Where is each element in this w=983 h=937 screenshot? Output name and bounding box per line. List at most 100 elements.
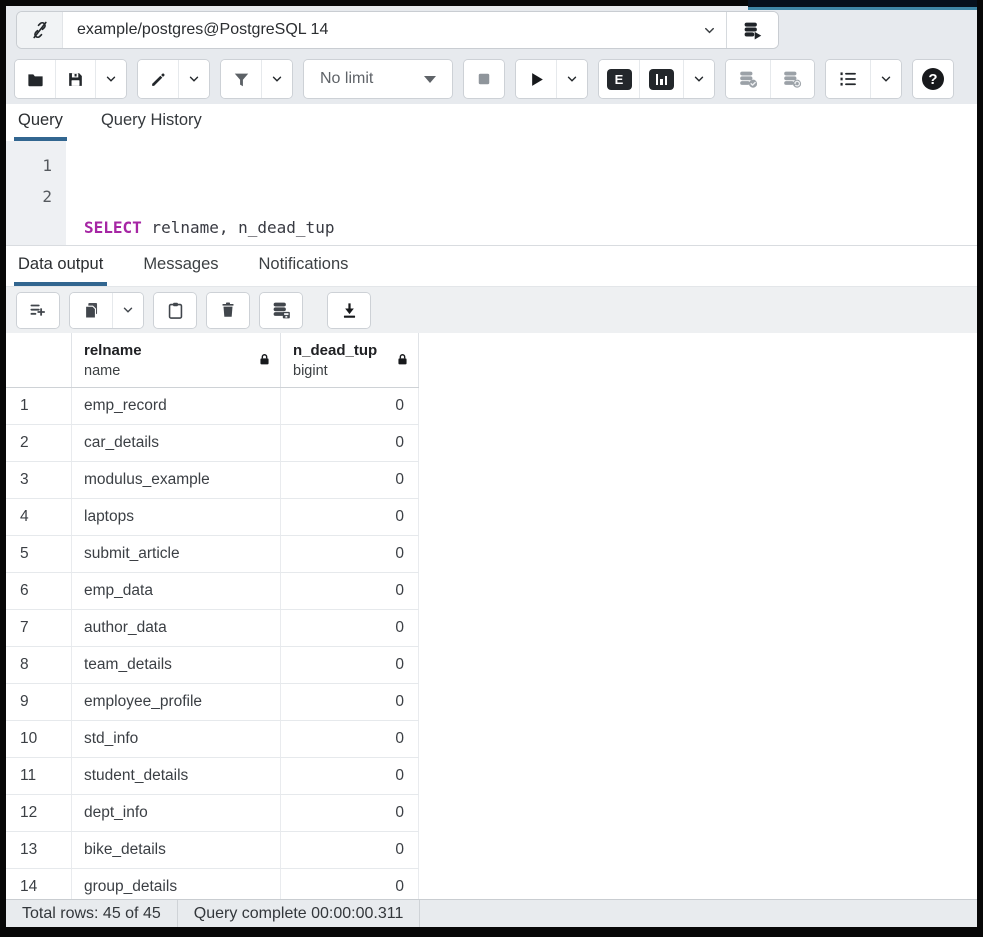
save-data-changes-button[interactable] — [260, 293, 302, 328]
row-number[interactable]: 13 — [6, 832, 72, 868]
row-number[interactable]: 8 — [6, 647, 72, 683]
open-file-button[interactable] — [15, 60, 55, 98]
cell-relname[interactable]: bike_details — [72, 832, 281, 868]
save-options-dropdown[interactable] — [95, 60, 126, 98]
download-button[interactable] — [328, 293, 370, 328]
explain-button[interactable]: E — [599, 60, 639, 98]
table-row[interactable]: 3modulus_example0 — [6, 462, 419, 499]
edit-button[interactable] — [138, 60, 178, 98]
cell-relname[interactable]: dept_info — [72, 795, 281, 831]
tab-messages[interactable]: Messages — [139, 246, 222, 286]
cell-relname[interactable]: submit_article — [72, 536, 281, 572]
row-number[interactable]: 7 — [6, 610, 72, 646]
row-number[interactable]: 3 — [6, 462, 72, 498]
cancel-query-button[interactable] — [464, 60, 504, 98]
row-number[interactable]: 6 — [6, 573, 72, 609]
rollback-button[interactable] — [770, 60, 814, 98]
cell-n-dead-tup[interactable]: 0 — [281, 758, 419, 794]
cell-relname[interactable]: emp_data — [72, 573, 281, 609]
row-limit-select[interactable]: No limit — [304, 60, 452, 98]
explain-analyze-button[interactable] — [639, 60, 683, 98]
cell-n-dead-tup[interactable]: 0 — [281, 795, 419, 831]
execute-options-dropdown[interactable] — [556, 60, 587, 98]
cell-relname[interactable]: student_details — [72, 758, 281, 794]
commit-button[interactable] — [726, 60, 770, 98]
explain-options-dropdown[interactable] — [683, 60, 714, 98]
row-number-header[interactable] — [6, 333, 72, 387]
cell-n-dead-tup[interactable]: 0 — [281, 684, 419, 720]
new-connection-button[interactable] — [727, 12, 778, 48]
cell-n-dead-tup[interactable]: 0 — [281, 425, 419, 461]
line-number: 2 — [6, 181, 52, 212]
help-button[interactable]: ? — [913, 60, 953, 98]
delete-row-button[interactable] — [207, 293, 249, 328]
row-number[interactable]: 4 — [6, 499, 72, 535]
tab-data-output[interactable]: Data output — [14, 246, 107, 286]
table-row[interactable]: 11student_details0 — [6, 758, 419, 795]
table-row[interactable]: 9employee_profile0 — [6, 684, 419, 721]
cell-relname[interactable]: group_details — [72, 869, 281, 899]
filter-button[interactable] — [221, 60, 261, 98]
row-number[interactable]: 5 — [6, 536, 72, 572]
cell-relname[interactable]: modulus_example — [72, 462, 281, 498]
macro-button[interactable] — [826, 60, 870, 98]
tab-query[interactable]: Query — [14, 104, 67, 141]
connection-select[interactable]: example/postgres@PostgreSQL 14 — [16, 11, 779, 49]
row-number[interactable]: 9 — [6, 684, 72, 720]
cell-relname[interactable]: author_data — [72, 610, 281, 646]
row-number[interactable]: 12 — [6, 795, 72, 831]
row-number[interactable]: 11 — [6, 758, 72, 794]
table-row[interactable]: 13bike_details0 — [6, 832, 419, 869]
copy-options-dropdown[interactable] — [112, 293, 143, 328]
cell-n-dead-tup[interactable]: 0 — [281, 869, 419, 899]
cell-n-dead-tup[interactable]: 0 — [281, 536, 419, 572]
column-name: n_dead_tup — [293, 340, 408, 361]
table-row[interactable]: 14group_details0 — [6, 869, 419, 899]
sql-editor[interactable]: 1 2 SELECT relname, n_dead_tup FROM pg_s… — [6, 141, 977, 245]
add-row-button[interactable] — [17, 293, 59, 328]
cell-relname[interactable]: emp_record — [72, 388, 281, 424]
cell-n-dead-tup[interactable]: 0 — [281, 573, 419, 609]
edit-options-dropdown[interactable] — [178, 60, 209, 98]
copy-button[interactable] — [70, 293, 112, 328]
cell-relname[interactable]: employee_profile — [72, 684, 281, 720]
paste-button[interactable] — [154, 293, 196, 328]
tab-query-history[interactable]: Query History — [97, 104, 206, 141]
table-row[interactable]: 7author_data0 — [6, 610, 419, 647]
cell-n-dead-tup[interactable]: 0 — [281, 832, 419, 868]
macro-options-dropdown[interactable] — [870, 60, 901, 98]
row-number[interactable]: 1 — [6, 388, 72, 424]
table-row[interactable]: 6emp_data0 — [6, 573, 419, 610]
cell-relname[interactable]: car_details — [72, 425, 281, 461]
folder-icon — [26, 70, 45, 89]
table-row[interactable]: 2car_details0 — [6, 425, 419, 462]
cell-n-dead-tup[interactable]: 0 — [281, 721, 419, 757]
table-row[interactable]: 5submit_article0 — [6, 536, 419, 573]
cell-n-dead-tup[interactable]: 0 — [281, 647, 419, 683]
row-number[interactable]: 10 — [6, 721, 72, 757]
column-header-n-dead-tup[interactable]: n_dead_tup bigint — [281, 333, 419, 387]
table-row[interactable]: 10std_info0 — [6, 721, 419, 758]
cell-n-dead-tup[interactable]: 0 — [281, 388, 419, 424]
cell-n-dead-tup[interactable]: 0 — [281, 499, 419, 535]
data-output-grid[interactable]: relname name n_dead_tup bigint — [6, 333, 977, 899]
tab-notifications[interactable]: Notifications — [255, 246, 353, 286]
sql-code[interactable]: SELECT relname, n_dead_tup FROM pg_stat_… — [66, 141, 977, 245]
save-file-button[interactable] — [55, 60, 95, 98]
table-row[interactable]: 1emp_record0 — [6, 388, 419, 425]
table-row[interactable]: 12dept_info0 — [6, 795, 419, 832]
table-row[interactable]: 8team_details0 — [6, 647, 419, 684]
execute-button[interactable] — [516, 60, 556, 98]
cell-relname[interactable]: laptops — [72, 499, 281, 535]
column-header-relname[interactable]: relname name — [72, 333, 281, 387]
chevron-down-icon[interactable] — [692, 12, 726, 48]
cell-relname[interactable]: std_info — [72, 721, 281, 757]
row-number[interactable]: 2 — [6, 425, 72, 461]
table-row[interactable]: 4laptops0 — [6, 499, 419, 536]
dropdown-arrow-icon — [424, 76, 436, 83]
cell-n-dead-tup[interactable]: 0 — [281, 462, 419, 498]
cell-relname[interactable]: team_details — [72, 647, 281, 683]
filter-options-dropdown[interactable] — [261, 60, 292, 98]
cell-n-dead-tup[interactable]: 0 — [281, 610, 419, 646]
row-number[interactable]: 14 — [6, 869, 72, 899]
